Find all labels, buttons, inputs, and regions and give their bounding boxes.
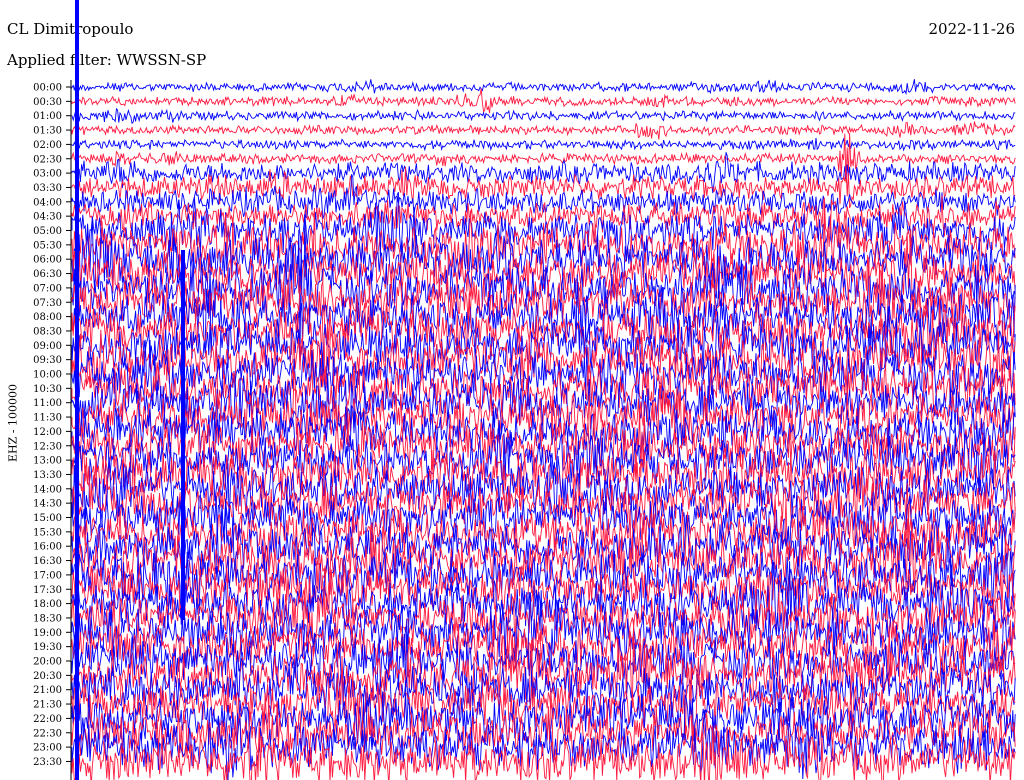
row-time-label: 20:30: [33, 671, 62, 682]
helicorder-plot: 00:00 00:30 01:00 01:30 02:00 02:30 03:00 03:30…: [33, 0, 1016, 780]
row-time-label: 08:30: [33, 326, 62, 337]
row-time-label: 19:30: [33, 642, 62, 653]
row-time-label: 22:30: [33, 728, 62, 739]
trace-line-0000: [71, 79, 1016, 96]
row-time-label: 02:30: [33, 154, 62, 165]
row-time-label: 22:00: [33, 714, 62, 725]
row-time-label: 02:00: [33, 140, 62, 151]
row-time-label: 01:30: [33, 126, 62, 137]
row-time-label: 16:00: [33, 542, 62, 553]
row-time-label: 12:00: [33, 427, 62, 438]
row-time-label: 03:00: [33, 169, 62, 180]
trace-line-0030: [71, 88, 1016, 114]
row-time-label: 07:30: [33, 298, 62, 309]
row-time-label: 03:30: [33, 183, 62, 194]
row-time-label: 13:00: [33, 456, 62, 467]
row-time-label: 00:00: [33, 83, 62, 94]
event-spike: [181, 250, 185, 620]
row-time-label: 12:30: [33, 441, 62, 452]
row-time-label: 05:00: [33, 226, 62, 237]
row-time-label: 08:00: [33, 312, 62, 323]
row-time-label: 04:30: [33, 212, 62, 223]
trace-line-0100: [71, 107, 1016, 125]
row-time-label: 05:30: [33, 240, 62, 251]
trace-line-0130: [71, 121, 1016, 140]
row-time-label: 11:00: [33, 398, 62, 409]
row-time-label: 16:30: [33, 556, 62, 567]
row-time-label: 18:00: [33, 599, 62, 610]
row-time-label: 09:30: [33, 355, 62, 366]
row-time-label: 04:00: [33, 197, 62, 208]
row-time-label: 17:00: [33, 570, 62, 581]
row-time-label: 00:30: [33, 97, 62, 108]
row-time-label: 19:00: [33, 628, 62, 639]
row-time-label: 15:30: [33, 527, 62, 538]
trace-line-1700: [71, 531, 1016, 625]
row-time-label: 07:00: [33, 283, 62, 294]
row-time-label: 23:30: [33, 757, 62, 768]
row-time-label: 09:00: [33, 341, 62, 352]
row-time-label: 14:30: [33, 499, 62, 510]
trace-line-0200: [71, 137, 1016, 152]
row-time-label: 14:00: [33, 484, 62, 495]
row-time-label: 18:30: [33, 613, 62, 624]
row-time-label: 11:30: [33, 413, 62, 424]
row-time-label: 10:30: [33, 384, 62, 395]
row-time-label: 21:30: [33, 700, 62, 711]
row-time-label: 06:00: [33, 255, 62, 266]
row-time-label: 17:30: [33, 585, 62, 596]
row-time-label: 13:30: [33, 470, 62, 481]
row-time-label: 06:30: [33, 269, 62, 280]
row-time-label: 01:00: [33, 111, 62, 122]
row-time-label: 15:00: [33, 513, 62, 524]
row-time-label: 20:00: [33, 657, 62, 668]
start-spike: [75, 0, 79, 780]
row-time-label: 10:00: [33, 370, 62, 381]
row-time-label: 21:00: [33, 685, 62, 696]
row-time-label: 23:00: [33, 743, 62, 754]
